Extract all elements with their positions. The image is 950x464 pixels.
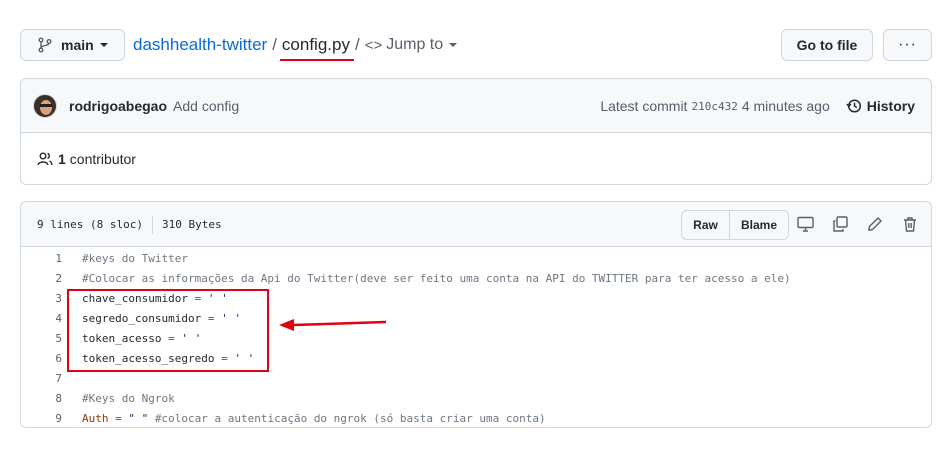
git-branch-icon bbox=[38, 37, 52, 53]
branch-selector-button[interactable]: main bbox=[20, 29, 125, 61]
code-text: #Keys do Ngrok bbox=[82, 391, 175, 405]
history-icon bbox=[846, 99, 861, 113]
copy-icon[interactable] bbox=[831, 215, 849, 233]
desktop-icon[interactable] bbox=[796, 215, 814, 233]
code-comment: #colocar a autenticação do ngrok (só bas… bbox=[148, 411, 546, 425]
line-number[interactable]: 8 bbox=[41, 392, 62, 405]
history-button[interactable]: History bbox=[846, 98, 915, 114]
commit-box: rodrigoabegao Add config Latest commit 2… bbox=[20, 78, 932, 185]
raw-button[interactable]: Raw bbox=[682, 211, 730, 239]
chevron-down-icon bbox=[99, 43, 108, 47]
file-name-text: config.py bbox=[281, 35, 350, 54]
line-number[interactable]: 6 bbox=[41, 352, 62, 365]
breadcrumb-separator: / bbox=[272, 35, 277, 54]
code-text: #Colocar as informações da Api do Twitte… bbox=[82, 271, 791, 285]
commit-author[interactable]: rodrigoabegao bbox=[69, 98, 167, 114]
branch-name: main bbox=[61, 37, 94, 53]
pencil-icon[interactable] bbox=[866, 215, 884, 233]
line-number[interactable]: 1 bbox=[41, 252, 62, 265]
code-line: 2 #Colocar as informações da Api do Twit… bbox=[21, 268, 931, 288]
file-navigation: main dashhealth-twitter / config.py / <>… bbox=[20, 29, 932, 62]
avatar-face bbox=[40, 99, 52, 115]
line-number[interactable]: 2 bbox=[41, 272, 62, 285]
line-number[interactable]: 4 bbox=[41, 312, 62, 325]
history-label: History bbox=[866, 98, 915, 114]
breadcrumb-separator-2: / bbox=[354, 35, 360, 54]
more-options-button[interactable]: ··· bbox=[883, 29, 932, 61]
avatar-glasses bbox=[40, 103, 52, 107]
blame-button[interactable]: Blame bbox=[730, 211, 788, 239]
avatar[interactable] bbox=[33, 93, 57, 118]
view-button-group: Raw Blame bbox=[681, 210, 789, 240]
commit-time: 4 minutes ago bbox=[741, 98, 830, 114]
go-to-file-button[interactable]: Go to file bbox=[781, 29, 873, 61]
trash-icon[interactable] bbox=[901, 215, 919, 233]
jump-to-button[interactable]: <> Jump to bbox=[364, 36, 458, 54]
breadcrumb: dashhealth-twitter / config.py / <> Jump… bbox=[133, 35, 458, 61]
contributor-label: contributor bbox=[69, 151, 136, 167]
contributor-count: 1 bbox=[58, 151, 66, 167]
commit-message[interactable]: Add config bbox=[173, 98, 239, 114]
code-icon: <> bbox=[364, 36, 383, 54]
annotation-underline bbox=[279, 59, 354, 61]
code-operator: = bbox=[108, 411, 129, 425]
contributors-row[interactable]: 1 contributor bbox=[21, 133, 931, 185]
code-text: Auth = " " #colocar a autenticação do ng… bbox=[82, 412, 546, 425]
file-info: 9 lines (8 sloc) 310 Bytes bbox=[37, 202, 222, 247]
chevron-down-icon bbox=[449, 43, 458, 47]
line-number[interactable]: 3 bbox=[41, 292, 62, 305]
code-text: #keys do Twitter bbox=[82, 251, 188, 265]
code-line: 9 Auth = " " #colocar a autenticação do … bbox=[21, 408, 931, 428]
divider bbox=[151, 215, 153, 234]
code-line: 1 #keys do Twitter bbox=[21, 248, 931, 268]
latest-commit-label: Latest commit bbox=[600, 98, 688, 114]
latest-commit-row: rodrigoabegao Add config Latest commit 2… bbox=[21, 79, 931, 133]
file-header: 9 lines (8 sloc) 310 Bytes Raw Blame bbox=[21, 202, 931, 247]
file-name: config.py bbox=[279, 35, 354, 61]
code-variable: Auth bbox=[82, 411, 109, 425]
line-number[interactable]: 7 bbox=[41, 372, 62, 385]
annotation-arrow-icon bbox=[279, 319, 387, 331]
code-string: " " bbox=[128, 411, 149, 425]
file-size: 310 Bytes bbox=[161, 218, 222, 231]
annotation-highlight-box bbox=[67, 289, 269, 372]
line-number[interactable]: 5 bbox=[41, 332, 62, 345]
jump-to-label: Jump to bbox=[386, 36, 444, 53]
commit-meta: Latest commit 210c432 4 minutes ago Hist… bbox=[600, 79, 915, 133]
people-icon bbox=[37, 152, 53, 166]
code-line: 8 #Keys do Ngrok bbox=[21, 388, 931, 408]
line-count: 9 lines (8 sloc) bbox=[37, 218, 143, 231]
commit-sha[interactable]: 210c432 bbox=[691, 100, 737, 113]
repo-link[interactable]: dashhealth-twitter bbox=[133, 35, 267, 55]
line-number[interactable]: 9 bbox=[41, 412, 62, 425]
